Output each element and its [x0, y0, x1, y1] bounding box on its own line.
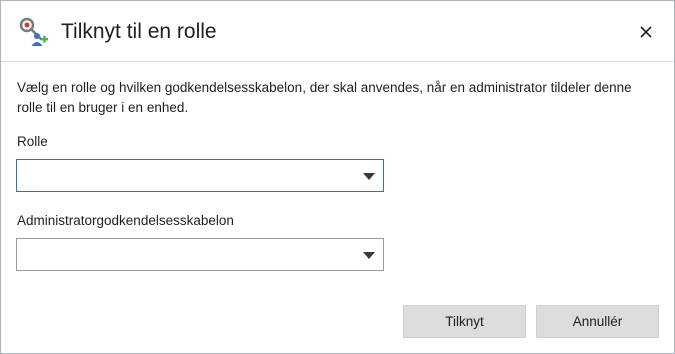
close-icon [640, 26, 652, 38]
title-bar: Tilknyt til en rolle [1, 1, 674, 62]
role-label: Rolle [17, 134, 48, 149]
description-text: Vælg en rolle og hvilken godkendelsesska… [17, 80, 632, 115]
chevron-down-icon [363, 252, 375, 259]
template-label: Administratorgodkendelsesskabelon [17, 213, 234, 228]
dialog-title: Tilknyt til en rolle [61, 20, 217, 43]
approval-template-dropdown[interactable] [16, 238, 384, 271]
chevron-down-icon [363, 173, 375, 180]
attach-button[interactable]: Tilknyt [403, 305, 526, 338]
key-user-add-icon [17, 16, 49, 48]
cancel-button[interactable]: Annullér [536, 305, 659, 338]
close-button[interactable] [632, 19, 660, 45]
dialog: Tilknyt til en rolle Vælg en rolle og hv… [0, 0, 675, 354]
role-dropdown[interactable] [16, 159, 384, 192]
